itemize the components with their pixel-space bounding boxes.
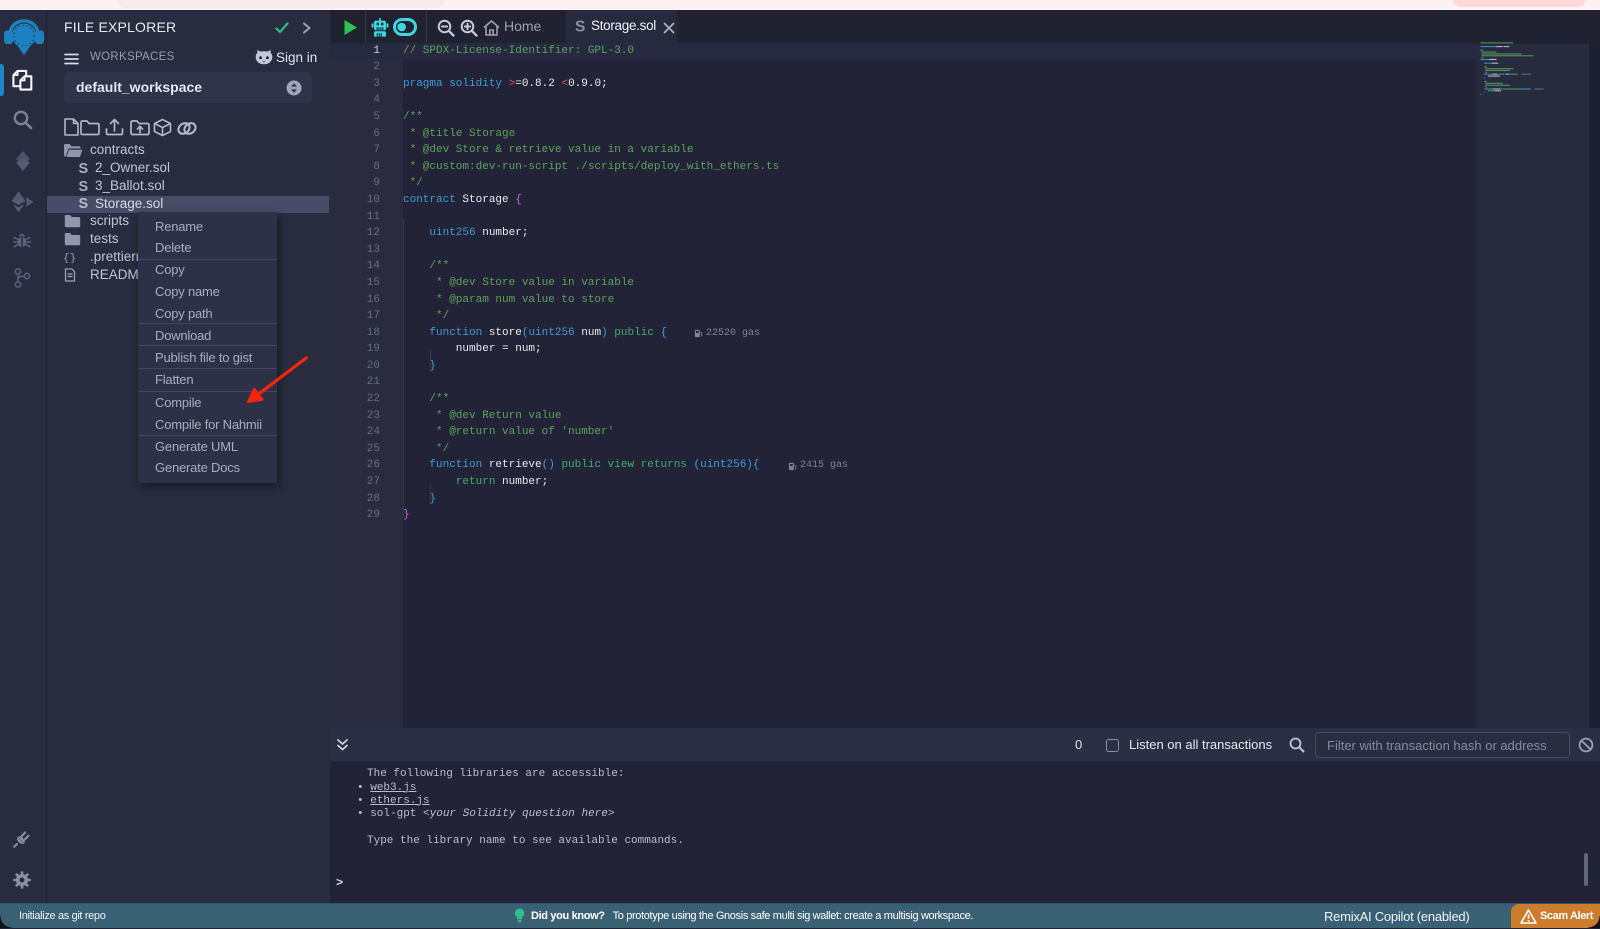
svg-text:S: S: [575, 19, 585, 35]
svg-text:{}: {}: [63, 253, 76, 263]
svg-text:S: S: [79, 161, 89, 175]
svg-text:S: S: [79, 179, 89, 193]
svg-text:S: S: [79, 196, 89, 210]
